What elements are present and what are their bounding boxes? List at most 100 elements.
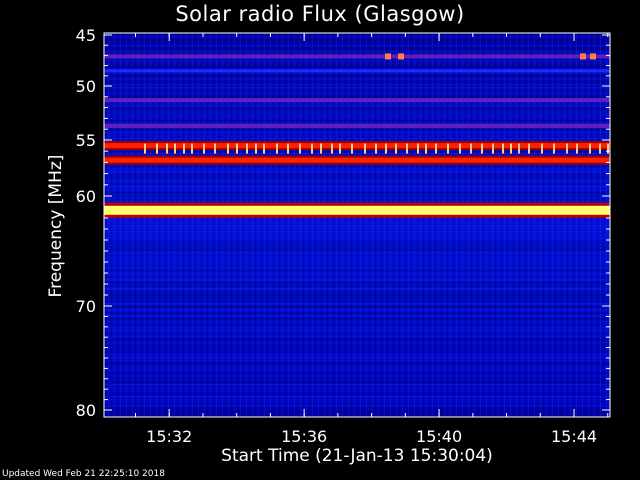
emission-band: [104, 98, 610, 103]
heatmap-striation: [104, 75, 610, 77]
heatmap-striation: [104, 174, 610, 176]
burst-spike: [385, 53, 391, 60]
heatmap-striation: [104, 354, 610, 356]
burst-spike: [417, 143, 419, 154]
heatmap-striation: [104, 276, 610, 278]
x-axis-label: Start Time (21-Jan-13 15:30:04): [221, 446, 493, 466]
burst-spike: [395, 143, 397, 154]
heatmap-striation: [104, 84, 610, 86]
heatmap-striation: [104, 261, 610, 263]
heatmap-striation: [104, 336, 610, 338]
emission-band: [104, 69, 610, 73]
emission-band: [104, 54, 610, 59]
heatmap-striation: [104, 87, 610, 89]
burst-spike: [589, 143, 591, 154]
burst-spike: [191, 143, 193, 154]
heatmap-striation: [104, 342, 610, 344]
burst-spike: [607, 143, 609, 154]
heatmap-striation: [104, 294, 610, 296]
heatmap-striation: [104, 246, 610, 248]
burst-spike: [447, 143, 449, 154]
heatmap-striation: [104, 264, 610, 266]
heatmap-striation: [104, 234, 610, 236]
y-tick-label: 60: [76, 187, 96, 206]
burst-spike: [492, 143, 494, 154]
heatmap-striation: [104, 306, 610, 308]
heatmap-striation: [104, 96, 610, 98]
heatmap-striation: [104, 333, 610, 335]
heatmap-striation: [104, 270, 610, 272]
burst-spike: [339, 143, 341, 154]
burst-spike: [470, 143, 472, 154]
burst-spike: [255, 143, 257, 154]
heatmap-striation: [104, 192, 610, 194]
heatmap-striation: [104, 189, 610, 191]
heatmap-striation: [104, 222, 610, 224]
burst-spike: [351, 143, 353, 154]
y-axis-label: Frequency [MHz]: [46, 154, 66, 298]
heatmap-striation: [104, 72, 610, 74]
heatmap-striation: [104, 402, 610, 404]
heatmap-striation: [104, 42, 610, 44]
heatmap-striation: [104, 138, 610, 140]
heatmap-striation: [104, 66, 610, 68]
burst-spike: [144, 143, 146, 154]
heatmap-striation: [104, 345, 610, 347]
heatmap-striation: [104, 39, 610, 41]
heatmap-striation: [104, 231, 610, 233]
burst-spike: [236, 143, 238, 154]
heatmap-striation: [104, 279, 610, 281]
burst-spike: [375, 143, 377, 154]
heatmap-striation: [104, 114, 610, 116]
heatmap-striation: [104, 393, 610, 395]
heatmap-striation: [104, 240, 610, 242]
heatmap-striation: [104, 318, 610, 320]
burst-spike: [227, 143, 229, 154]
heatmap-striation: [104, 357, 610, 359]
burst-spike: [320, 143, 322, 154]
burst-spike: [183, 143, 185, 154]
heatmap-striation: [104, 228, 610, 230]
heatmap-striation: [104, 93, 610, 95]
heatmap-striation: [104, 258, 610, 260]
heatmap-striation: [104, 339, 610, 341]
heatmap-striation: [104, 108, 610, 110]
heatmap-striation: [104, 288, 610, 290]
x-tick-label: 15:32: [146, 427, 192, 446]
heatmap-striation: [104, 63, 610, 65]
heatmap-striation: [104, 414, 610, 416]
burst-spike: [481, 143, 483, 154]
heatmap-striation: [104, 411, 610, 413]
heatmap-striation: [104, 303, 610, 305]
heatmap-striation: [104, 45, 610, 47]
burst-spike: [276, 143, 278, 154]
y-tick-label: 50: [76, 77, 96, 96]
heatmap-striation: [104, 135, 610, 137]
y-tick-label: 80: [76, 401, 96, 420]
heatmap-striation: [104, 243, 610, 245]
y-tick-label: 55: [76, 131, 96, 150]
heatmap-striation: [104, 129, 610, 131]
burst-spike: [398, 53, 404, 60]
heatmap-striation: [104, 375, 610, 377]
burst-spike: [459, 143, 461, 154]
heatmap-striation: [104, 36, 610, 38]
burst-spike: [528, 143, 530, 154]
burst-spike: [425, 143, 427, 154]
heatmap-striation: [104, 165, 610, 167]
heatmap-striation: [104, 408, 610, 410]
heatmap-striation: [104, 183, 610, 185]
heatmap-striation: [104, 348, 610, 350]
burst-spike: [553, 143, 555, 154]
heatmap-striation: [104, 111, 610, 113]
heatmap-striation: [104, 387, 610, 389]
heatmap-striation: [104, 372, 610, 374]
heatmap-striation: [104, 396, 610, 398]
burst-spike: [580, 53, 586, 60]
burst-spike: [576, 143, 578, 154]
emission-band: [104, 157, 610, 163]
heatmap-striation: [104, 378, 610, 380]
heatmap-striation: [104, 252, 610, 254]
heatmap-striation: [104, 321, 610, 323]
heatmap-striation: [104, 291, 610, 293]
